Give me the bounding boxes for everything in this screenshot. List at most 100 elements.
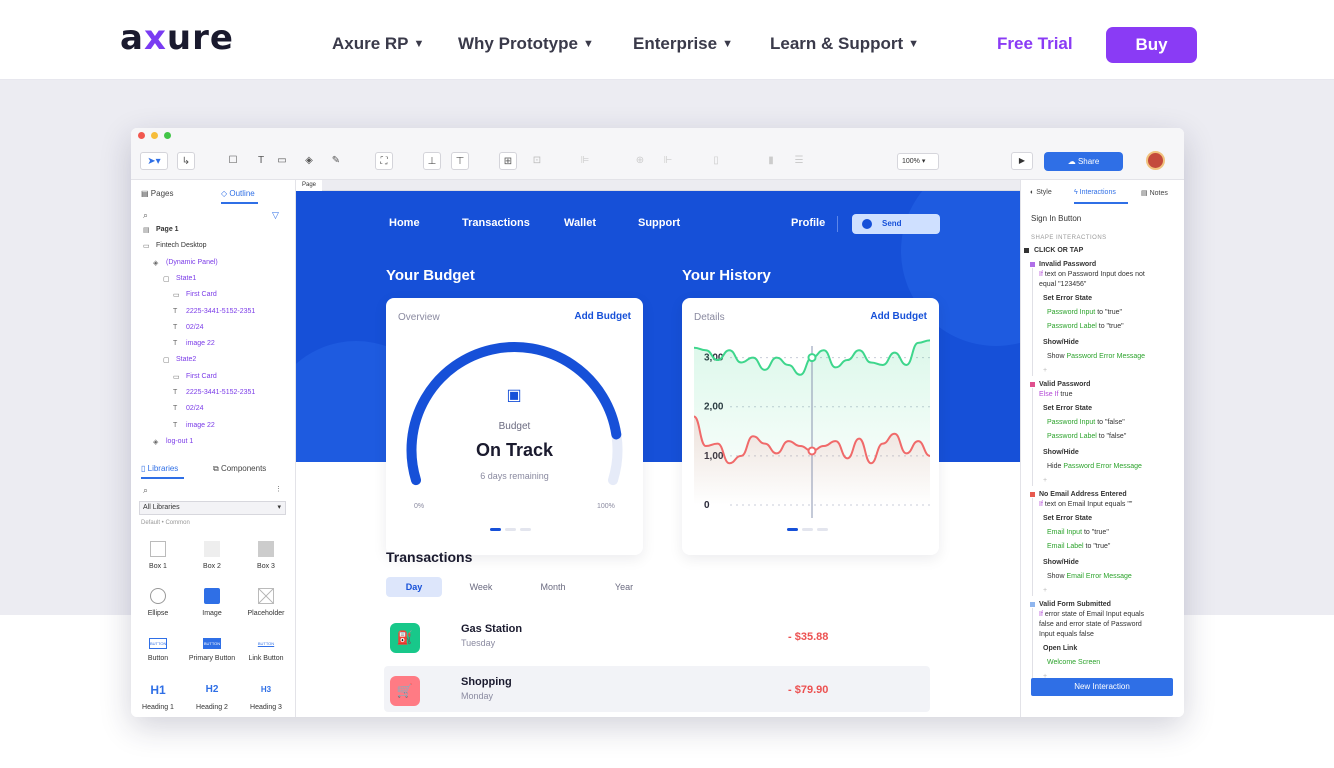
align-tool-icon[interactable]: ⊥ — [423, 152, 441, 170]
action-title[interactable]: Set Error State — [1043, 404, 1092, 413]
data-point[interactable] — [807, 446, 817, 456]
tab-outline[interactable]: ◇ Outline — [221, 189, 255, 198]
layers-tool-icon[interactable]: ◈ — [300, 152, 318, 170]
library-filter[interactable]: Default • Common — [141, 520, 190, 526]
minimize-dot-icon[interactable] — [151, 132, 158, 139]
action-line[interactable]: Show Password Error Message — [1047, 352, 1145, 361]
action-line[interactable]: Welcome Screen — [1047, 658, 1100, 667]
connector-tool-icon[interactable]: ↳ — [177, 152, 195, 170]
search-icon[interactable]: ⌕ — [143, 210, 148, 221]
space-v-icon[interactable]: ▮ — [762, 152, 780, 170]
align-center-icon[interactable]: ⊕ — [631, 152, 649, 170]
outline-item[interactable]: (Dynamic Panel) — [166, 259, 218, 266]
case-condition[interactable]: Else If true — [1039, 390, 1072, 399]
pager-dot[interactable] — [520, 528, 531, 531]
proto-nav-wallet[interactable]: Wallet — [564, 217, 596, 229]
library-widget[interactable]: Image — [187, 588, 237, 617]
page-tab[interactable]: Page 1 × — [296, 180, 323, 199]
tab-style[interactable]: ◐ Style — [1030, 189, 1052, 196]
tab-interactions[interactable]: ϟ Interactions — [1074, 189, 1116, 196]
pager-dot[interactable] — [802, 528, 813, 531]
text-tool-icon[interactable]: T — [252, 152, 270, 170]
align-left-icon[interactable]: ⊫ — [576, 152, 594, 170]
group-tool-icon[interactable]: ⊞ — [499, 152, 517, 170]
align-right-icon[interactable]: ⊩ — [659, 152, 677, 170]
case-condition[interactable]: If text on Password Input does not — [1039, 270, 1145, 279]
library-widget[interactable]: Ellipse — [133, 588, 183, 617]
library-widget[interactable]: BUTTON Link Button — [241, 635, 291, 662]
filter-week[interactable]: Week — [453, 577, 509, 597]
pager-dot[interactable] — [490, 528, 501, 531]
close-dot-icon[interactable] — [138, 132, 145, 139]
maximize-dot-icon[interactable] — [164, 132, 171, 139]
action-line[interactable]: Password Label to "false" — [1047, 432, 1126, 441]
add-action-icon[interactable]: + — [1043, 476, 1047, 485]
select-tool-icon[interactable]: ➤▾ — [140, 152, 168, 170]
tab-notes[interactable]: ▤ Notes — [1141, 189, 1168, 197]
user-avatar[interactable] — [1146, 151, 1165, 170]
pen-tool-icon[interactable]: ✎ — [327, 152, 345, 170]
tab-pages[interactable]: ▤ Pages — [141, 189, 173, 198]
outline-item[interactable]: 02/24 — [186, 405, 204, 412]
nav-why-prototype[interactable]: Why Prototype ▼ — [458, 34, 594, 54]
nav-enterprise[interactable]: Enterprise ▼ — [633, 34, 733, 54]
action-title[interactable]: Open Link — [1043, 644, 1077, 653]
send-button[interactable]: Send — [852, 214, 940, 234]
outline-item[interactable]: log-out 1 — [166, 438, 193, 445]
library-widget[interactable]: H1 Heading 1 — [133, 682, 183, 711]
free-trial-link[interactable]: Free Trial — [997, 34, 1073, 54]
outline-item[interactable]: State2 — [176, 356, 196, 363]
outline-item[interactable]: 2225-3441-5152-2351 — [186, 389, 255, 396]
buy-button[interactable]: Buy — [1106, 27, 1197, 63]
proto-nav-support[interactable]: Support — [638, 217, 680, 229]
new-interaction-button[interactable]: New Interaction — [1031, 678, 1173, 696]
action-line[interactable]: Show Email Error Message — [1047, 572, 1132, 581]
add-action-icon[interactable]: + — [1043, 586, 1047, 595]
nav-axure-rp[interactable]: Axure RP ▼ — [332, 34, 424, 54]
outline-item[interactable]: 2225-3441-5152-2351 — [186, 308, 255, 315]
case-name[interactable]: Valid Form Submitted — [1039, 600, 1111, 609]
space-h-icon[interactable]: ▯ — [707, 152, 725, 170]
action-line[interactable]: Email Input to "true" — [1047, 528, 1109, 537]
design-canvas[interactable]: Page 1 × Home Transactions Wallet Suppor… — [296, 180, 1020, 717]
case-name[interactable]: No Email Address Entered — [1039, 490, 1127, 499]
library-widget[interactable]: H3 Heading 3 — [241, 682, 291, 711]
library-widget[interactable]: Placeholder — [241, 588, 291, 617]
outline-item[interactable]: Fintech Desktop — [156, 242, 207, 249]
tab-libraries[interactable]: ▯ Libraries — [141, 464, 178, 473]
transaction-row[interactable]: 🛒 Shopping Monday - $79.90 — [384, 666, 930, 712]
library-widget[interactable]: Box 1 — [133, 541, 183, 570]
field-tool-icon[interactable]: ▭ — [273, 152, 291, 170]
library-widget[interactable]: Box 3 — [241, 541, 291, 570]
action-line[interactable]: Hide Password Error Message — [1047, 462, 1142, 471]
action-title[interactable]: Show/Hide — [1043, 558, 1079, 567]
nav-learn-support[interactable]: Learn & Support ▼ — [770, 34, 919, 54]
arrange-icon[interactable]: ☰ — [790, 152, 808, 170]
filter-year[interactable]: Year — [596, 577, 652, 597]
fit-tool-icon[interactable]: ⛶ — [375, 152, 393, 170]
search-icon[interactable]: ⌕ — [143, 485, 148, 496]
case-condition[interactable]: If text on Email Input equals "" — [1039, 500, 1132, 509]
library-select[interactable]: All Libraries ▾ — [139, 501, 286, 515]
more-icon[interactable]: ⋮ — [275, 485, 282, 493]
library-widget[interactable]: BUTTON Button — [133, 635, 183, 662]
action-title[interactable]: Show/Hide — [1043, 448, 1079, 457]
data-point[interactable] — [807, 353, 817, 363]
action-line[interactable]: Password Input to "true" — [1047, 308, 1122, 317]
ungroup-tool-icon[interactable]: ⊡ — [528, 152, 546, 170]
pager-dot[interactable] — [787, 528, 798, 531]
distribute-tool-icon[interactable]: ⊤ — [451, 152, 469, 170]
case-name[interactable]: Valid Password — [1039, 380, 1090, 389]
share-button[interactable]: ☁ Share — [1044, 152, 1123, 171]
outline-item[interactable]: image 22 — [186, 422, 215, 429]
selected-widget-name[interactable]: Sign In Button — [1031, 214, 1081, 223]
action-title[interactable]: Set Error State — [1043, 514, 1092, 523]
library-widget[interactable]: BUTTON Primary Button — [187, 635, 237, 662]
rectangle-tool-icon[interactable]: ☐ — [224, 152, 242, 170]
pager-dot[interactable] — [817, 528, 828, 531]
outline-item[interactable]: 02/24 — [186, 324, 204, 331]
proto-nav-home[interactable]: Home — [389, 217, 420, 229]
proto-nav-transactions[interactable]: Transactions — [462, 217, 530, 229]
library-widget[interactable]: H2 Heading 2 — [187, 682, 237, 711]
zoom-select[interactable]: 100% ▾ — [897, 153, 939, 170]
